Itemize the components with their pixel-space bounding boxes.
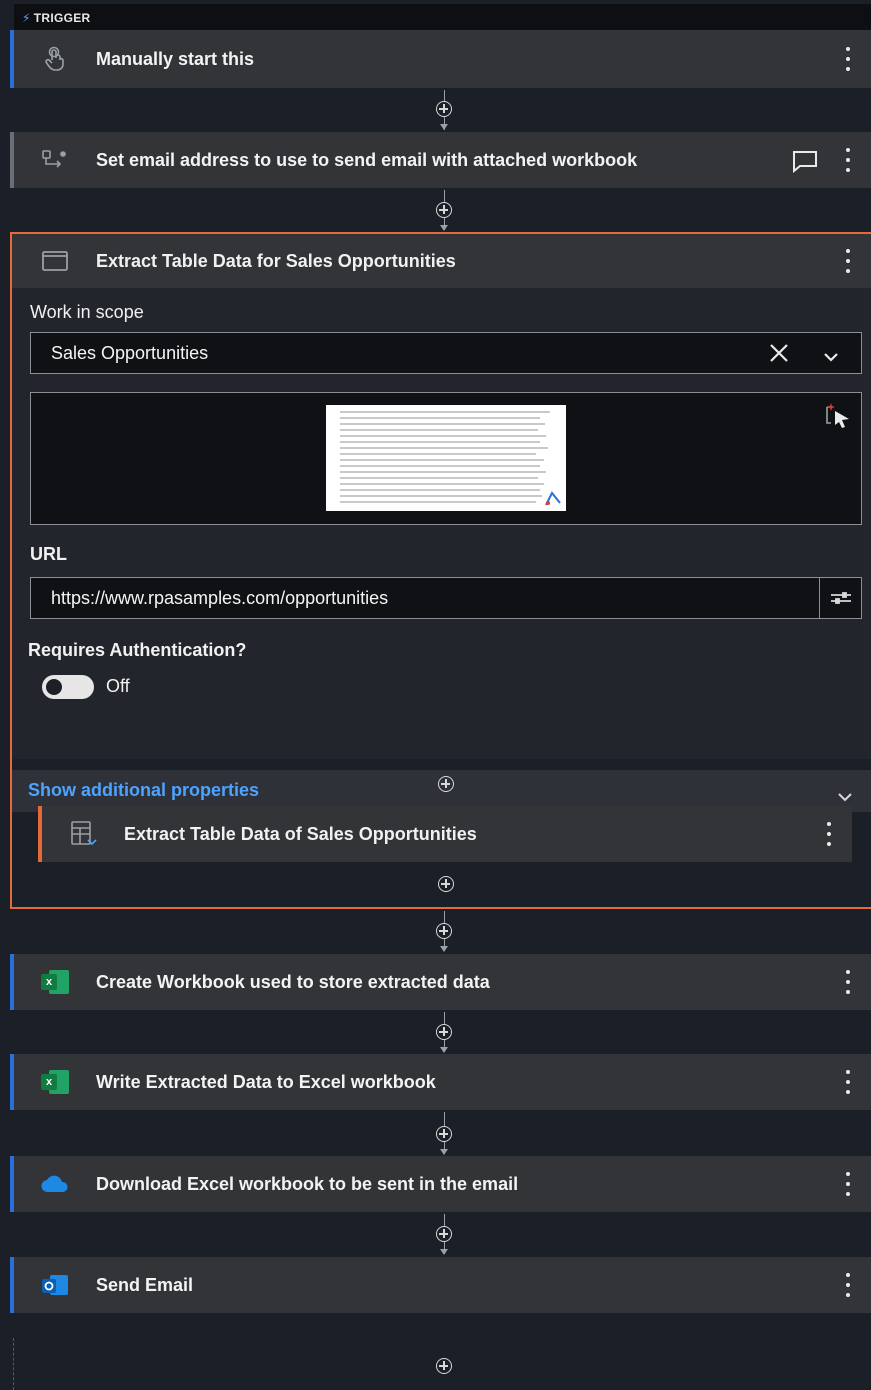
add-step-icon[interactable] [436,101,452,117]
more-options-icon[interactable] [843,249,853,273]
add-step-icon[interactable] [438,776,454,792]
chevron-down-icon[interactable] [837,786,853,807]
step-title: Write Extracted Data to Excel workbook [96,1071,436,1092]
scope-extract-table: Extract Table Data for Sales Opportuniti… [10,232,871,909]
auth-label: Requires Authentication? [28,640,247,660]
step-extract-table-data[interactable]: Extract Table Data of Sales Opportunitie… [38,806,852,862]
more-options-icon[interactable] [843,148,853,172]
url-value: https://www.rpasamples.com/opportunities [51,587,389,608]
add-step-connector[interactable] [434,909,456,954]
add-step-connector[interactable] [436,774,458,796]
variable-assign-icon [40,145,70,175]
excel-icon: x [40,967,70,997]
more-options-icon[interactable] [843,970,853,994]
table-thumbnail [326,405,566,511]
more-options-icon[interactable] [843,1172,853,1196]
step-title: Create Workbook used to store extracted … [96,971,490,992]
table-preview [30,392,862,525]
add-step-connector[interactable] [434,88,456,132]
chevron-down-icon[interactable] [823,347,839,368]
add-step-connector[interactable] [434,1212,456,1257]
add-step-connector[interactable] [434,1110,456,1156]
step-title: Extract Table Data of Sales Opportunitie… [124,823,477,844]
table-extract-icon [70,820,98,853]
lightning-icon: ⚡ [22,11,31,25]
more-options-icon[interactable] [843,47,853,71]
add-step-icon[interactable] [436,1226,452,1242]
comment-icon[interactable] [791,149,819,178]
step-title: Download Excel workbook to be sent in th… [96,1173,519,1194]
show-more-link[interactable]: Show additional properties [28,780,259,801]
scope-header[interactable]: Extract Table Data for Sales Opportuniti… [12,234,871,288]
cursor-mark-icon [544,489,562,511]
trigger-bar: ⚡ TRIGGER [14,4,871,30]
add-step-icon[interactable] [436,202,452,218]
step-send-email[interactable]: Send Email [10,1257,871,1313]
hand-touch-icon [40,44,70,74]
url-options-button[interactable] [819,577,862,619]
add-step-icon[interactable] [436,1126,452,1142]
url-input[interactable]: https://www.rpasamples.com/opportunities [30,577,820,619]
clear-icon[interactable] [769,343,789,368]
outlook-icon [40,1270,70,1300]
add-step-connector[interactable] [434,1356,456,1378]
add-step-connector[interactable] [436,876,458,898]
add-step-icon[interactable] [436,1358,452,1374]
excel-icon: x [40,1067,70,1097]
step-title: Set email address to use to send email w… [96,149,638,170]
add-step-connector[interactable] [434,188,456,232]
work-in-scope-select[interactable]: Sales Opportunities [30,332,862,374]
add-step-connector[interactable] [434,1010,456,1054]
browser-window-icon [42,251,68,276]
work-in-scope-label: Work in scope [30,302,144,322]
cloud-icon [40,1169,70,1199]
flow-guide-line [13,1338,14,1390]
step-title: Manually start this [96,48,255,69]
more-options-icon[interactable] [843,1273,853,1297]
element-picker-icon[interactable] [823,401,853,436]
url-label: URL [30,544,67,564]
step-title: Send Email [96,1274,194,1295]
step-create-workbook[interactable]: x Create Workbook used to store extracte… [10,954,871,1010]
trigger-label: TRIGGER [33,11,91,25]
scope-title: Extract Table Data for Sales Opportuniti… [96,250,456,271]
step-download-workbook[interactable]: Download Excel workbook to be sent in th… [10,1156,871,1212]
add-step-icon[interactable] [436,1024,452,1040]
sliders-icon [830,592,851,604]
work-in-scope-value: Sales Opportunities [51,342,209,363]
step-manual-start[interactable]: Manually start this [10,30,871,88]
more-options-icon[interactable] [843,1070,853,1094]
add-step-icon[interactable] [436,923,452,939]
more-options-icon[interactable] [824,822,834,846]
scope-properties: Work in scope Sales Opportunities URL ht… [12,288,871,812]
step-write-data[interactable]: x Write Extracted Data to Excel workbook [10,1054,871,1110]
add-step-icon[interactable] [438,876,454,892]
auth-state: Off [106,676,130,696]
auth-toggle[interactable] [42,675,94,699]
step-set-email[interactable]: Set email address to use to send email w… [10,132,871,188]
